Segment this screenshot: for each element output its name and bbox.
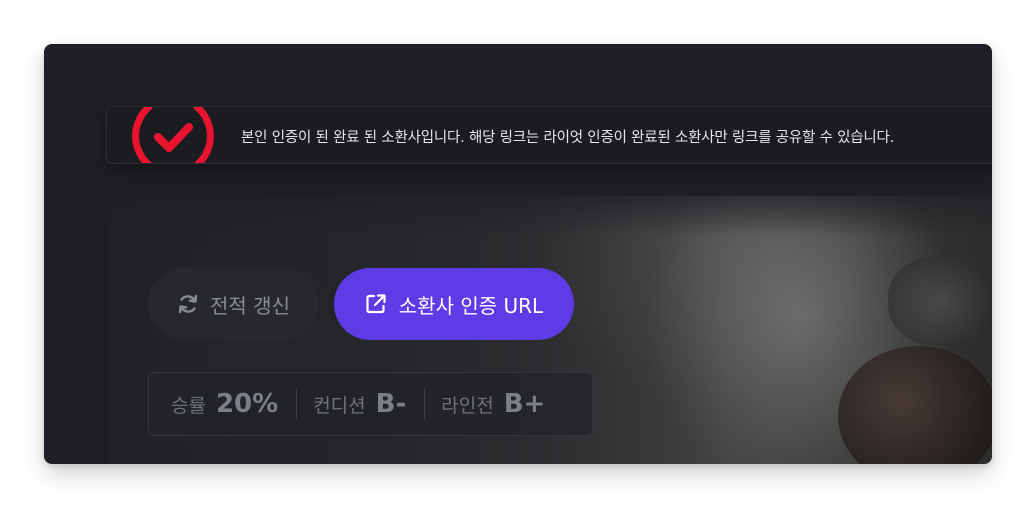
stat-label: 승률: [171, 395, 206, 417]
refresh-record-label: 전적 갱신: [210, 293, 290, 318]
stat-value: B-: [375, 389, 407, 419]
stat-divider: [424, 389, 426, 419]
verified-check-icon: [132, 107, 214, 163]
profile-card: 본인 인증이 된 완료 된 소환사입니다. 해당 링크는 라이엇 인증이 완료된…: [44, 44, 992, 464]
stat-divider: [296, 389, 298, 419]
stat-win-rate: 승률 20%: [171, 389, 278, 419]
summoner-verification-url-button[interactable]: 소환사 인증 URL: [334, 268, 574, 340]
summoner-verification-url-label: 소환사 인증 URL: [398, 293, 544, 318]
stat-value: 20%: [215, 389, 279, 419]
stat-label: 컨디션: [313, 395, 366, 417]
stat-laning: 라인전 B+: [441, 389, 545, 419]
external-link-icon: [365, 293, 387, 315]
stats-summary: 승률 20% 컨디션 B- 라인전 B+: [148, 372, 593, 436]
stat-value: B+: [503, 389, 546, 419]
refresh-icon: [176, 292, 200, 316]
stat-condition: 컨디션 B-: [313, 389, 406, 419]
verification-message: 본인 인증이 된 완료 된 소환사입니다. 해당 링크는 라이엇 인증이 완료된…: [241, 129, 895, 146]
refresh-record-button[interactable]: 전적 갱신: [148, 268, 318, 340]
stat-label: 라인전: [441, 395, 494, 417]
verification-banner: 본인 인증이 된 완료 된 소환사입니다. 해당 링크는 라이엇 인증이 완료된…: [106, 106, 992, 164]
